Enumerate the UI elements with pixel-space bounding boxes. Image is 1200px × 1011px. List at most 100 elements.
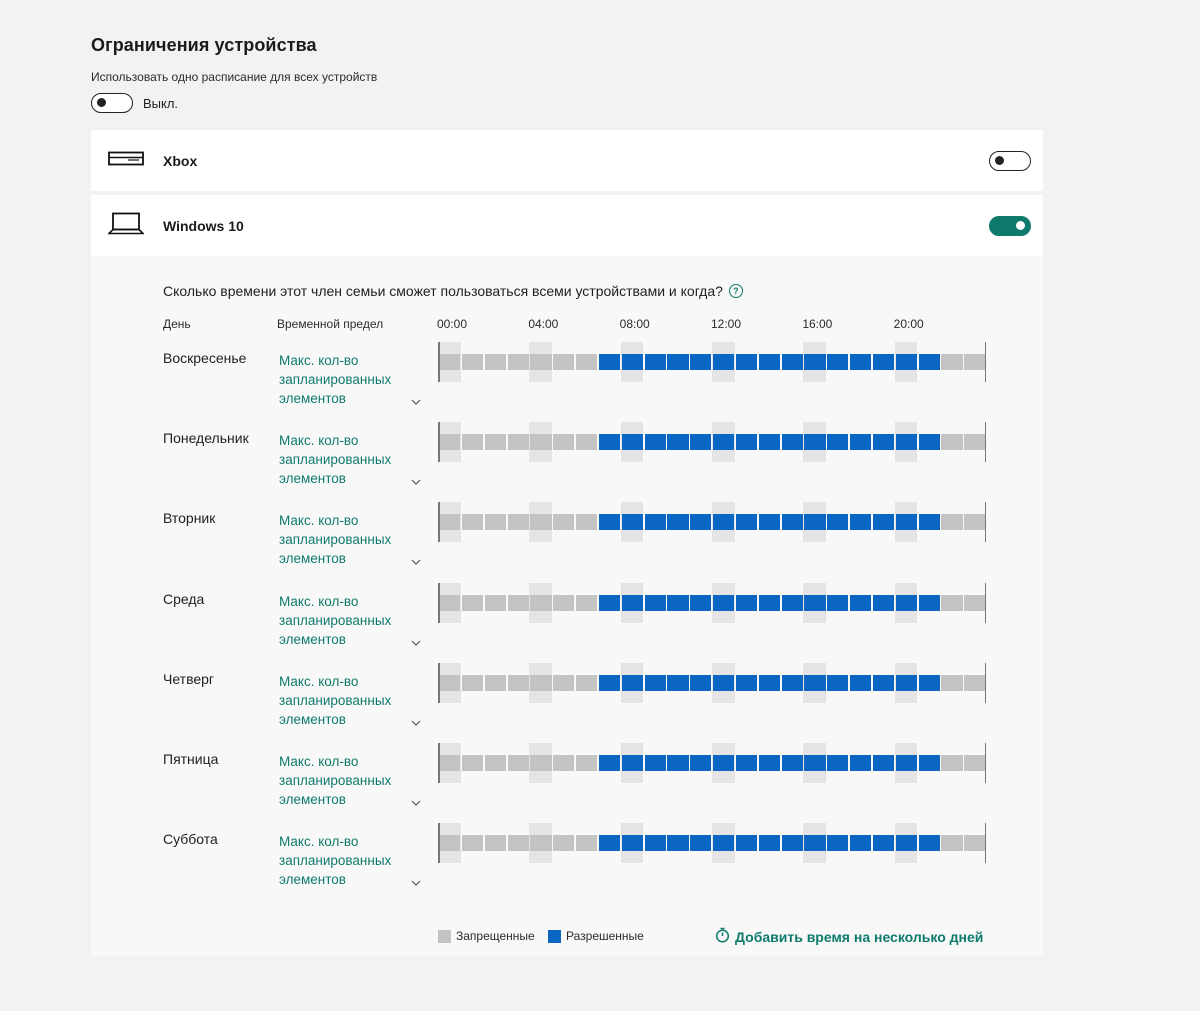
allowed-hour-segment[interactable] [713, 594, 735, 611]
allowed-hour-segment[interactable] [598, 755, 621, 771]
allowed-hour-segment[interactable] [895, 835, 917, 852]
device-card-xbox[interactable]: Xbox [91, 130, 1043, 191]
blocked-hour-segment[interactable] [941, 434, 963, 451]
add-time-link[interactable]: Добавить время на несколько дней [715, 927, 983, 946]
blocked-hour-segment[interactable] [576, 594, 598, 611]
allowed-hour-segment[interactable] [804, 594, 826, 611]
chevron-down-icon[interactable] [411, 472, 421, 490]
day-timeline[interactable] [438, 422, 986, 463]
blocked-hour-segment[interactable] [941, 594, 963, 611]
blocked-hour-segment[interactable] [461, 514, 484, 531]
day-timeline[interactable] [438, 502, 986, 543]
allowed-hour-segment[interactable] [827, 514, 849, 531]
blocked-hour-segment[interactable] [576, 434, 598, 451]
allowed-hour-segment[interactable] [598, 835, 621, 852]
time-limit-dropdown[interactable]: Макс. кол-во запланированных элементов [279, 672, 403, 729]
blocked-hour-segment[interactable] [964, 434, 986, 451]
allowed-hour-segment[interactable] [735, 434, 758, 451]
allowed-hour-segment[interactable] [621, 514, 643, 531]
allowed-hour-segment[interactable] [781, 514, 803, 531]
blocked-hour-segment[interactable] [484, 354, 506, 370]
allowed-hour-segment[interactable] [758, 594, 780, 611]
allowed-hour-segment[interactable] [621, 434, 643, 451]
allowed-hour-segment[interactable] [850, 354, 872, 370]
blocked-hour-segment[interactable] [576, 835, 598, 852]
allowed-hour-segment[interactable] [758, 674, 780, 691]
allowed-hour-segment[interactable] [850, 835, 872, 852]
blocked-hour-segment[interactable] [507, 594, 529, 611]
allowed-hour-segment[interactable] [781, 674, 803, 691]
allowed-hour-segment[interactable] [895, 434, 917, 451]
allowed-hour-segment[interactable] [598, 594, 621, 611]
blocked-hour-segment[interactable] [507, 354, 529, 370]
allowed-hour-segment[interactable] [667, 594, 689, 611]
allowed-hour-segment[interactable] [644, 835, 666, 852]
allowed-hour-segment[interactable] [735, 514, 758, 531]
time-limit-dropdown[interactable]: Макс. кол-во запланированных элементов [279, 351, 403, 408]
time-limit-dropdown[interactable]: Макс. кол-во запланированных элементов [279, 832, 403, 889]
blocked-hour-segment[interactable] [461, 674, 484, 691]
chevron-down-icon[interactable] [411, 392, 421, 410]
allowed-hour-segment[interactable] [644, 594, 666, 611]
allowed-hour-segment[interactable] [735, 835, 758, 852]
allowed-hour-segment[interactable] [667, 835, 689, 852]
allowed-hour-segment[interactable] [758, 434, 780, 451]
blocked-hour-segment[interactable] [553, 674, 575, 691]
allowed-hour-segment[interactable] [827, 835, 849, 852]
chevron-down-icon[interactable] [411, 713, 421, 731]
blocked-hour-segment[interactable] [553, 354, 575, 370]
allowed-hour-segment[interactable] [644, 674, 666, 691]
allowed-hour-segment[interactable] [781, 594, 803, 611]
blocked-hour-segment[interactable] [964, 755, 986, 771]
day-timeline[interactable] [438, 342, 986, 382]
allowed-hour-segment[interactable] [713, 674, 735, 691]
blocked-hour-segment[interactable] [439, 514, 461, 531]
same-schedule-toggle[interactable] [91, 93, 133, 113]
allowed-hour-segment[interactable] [804, 514, 826, 531]
blocked-hour-segment[interactable] [553, 755, 575, 771]
chevron-down-icon[interactable] [411, 873, 421, 891]
blocked-hour-segment[interactable] [439, 755, 461, 771]
allowed-hour-segment[interactable] [781, 755, 803, 771]
allowed-hour-segment[interactable] [895, 514, 917, 531]
blocked-hour-segment[interactable] [941, 514, 963, 531]
allowed-hour-segment[interactable] [713, 354, 735, 370]
allowed-hour-segment[interactable] [621, 354, 643, 370]
blocked-hour-segment[interactable] [507, 514, 529, 531]
blocked-hour-segment[interactable] [484, 514, 506, 531]
allowed-hour-segment[interactable] [690, 674, 712, 691]
allowed-hour-segment[interactable] [598, 354, 621, 370]
blocked-hour-segment[interactable] [553, 434, 575, 451]
blocked-hour-segment[interactable] [964, 594, 986, 611]
chevron-down-icon[interactable] [411, 552, 421, 570]
allowed-hour-segment[interactable] [804, 674, 826, 691]
blocked-hour-segment[interactable] [484, 594, 506, 611]
allowed-hour-segment[interactable] [644, 514, 666, 531]
blocked-hour-segment[interactable] [484, 755, 506, 771]
blocked-hour-segment[interactable] [484, 835, 506, 852]
day-timeline[interactable] [438, 823, 986, 864]
allowed-hour-segment[interactable] [644, 354, 666, 370]
blocked-hour-segment[interactable] [941, 354, 963, 370]
allowed-hour-segment[interactable] [667, 514, 689, 531]
allowed-hour-segment[interactable] [872, 835, 895, 852]
allowed-hour-segment[interactable] [621, 674, 643, 691]
blocked-hour-segment[interactable] [461, 434, 484, 451]
allowed-hour-segment[interactable] [804, 354, 826, 370]
blocked-hour-segment[interactable] [576, 354, 598, 370]
allowed-hour-segment[interactable] [644, 434, 666, 451]
allowed-hour-segment[interactable] [781, 835, 803, 852]
time-limit-dropdown[interactable]: Макс. кол-во запланированных элементов [279, 752, 403, 809]
allowed-hour-segment[interactable] [690, 755, 712, 771]
allowed-hour-segment[interactable] [758, 835, 780, 852]
allowed-hour-segment[interactable] [713, 835, 735, 852]
blocked-hour-segment[interactable] [530, 514, 552, 531]
blocked-hour-segment[interactable] [507, 755, 529, 771]
blocked-hour-segment[interactable] [964, 354, 986, 370]
device-card-windows[interactable]: Windows 10 [91, 195, 1043, 256]
blocked-hour-segment[interactable] [530, 594, 552, 611]
allowed-hour-segment[interactable] [598, 434, 621, 451]
allowed-hour-segment[interactable] [872, 434, 895, 451]
blocked-hour-segment[interactable] [576, 514, 598, 531]
blocked-hour-segment[interactable] [507, 434, 529, 451]
